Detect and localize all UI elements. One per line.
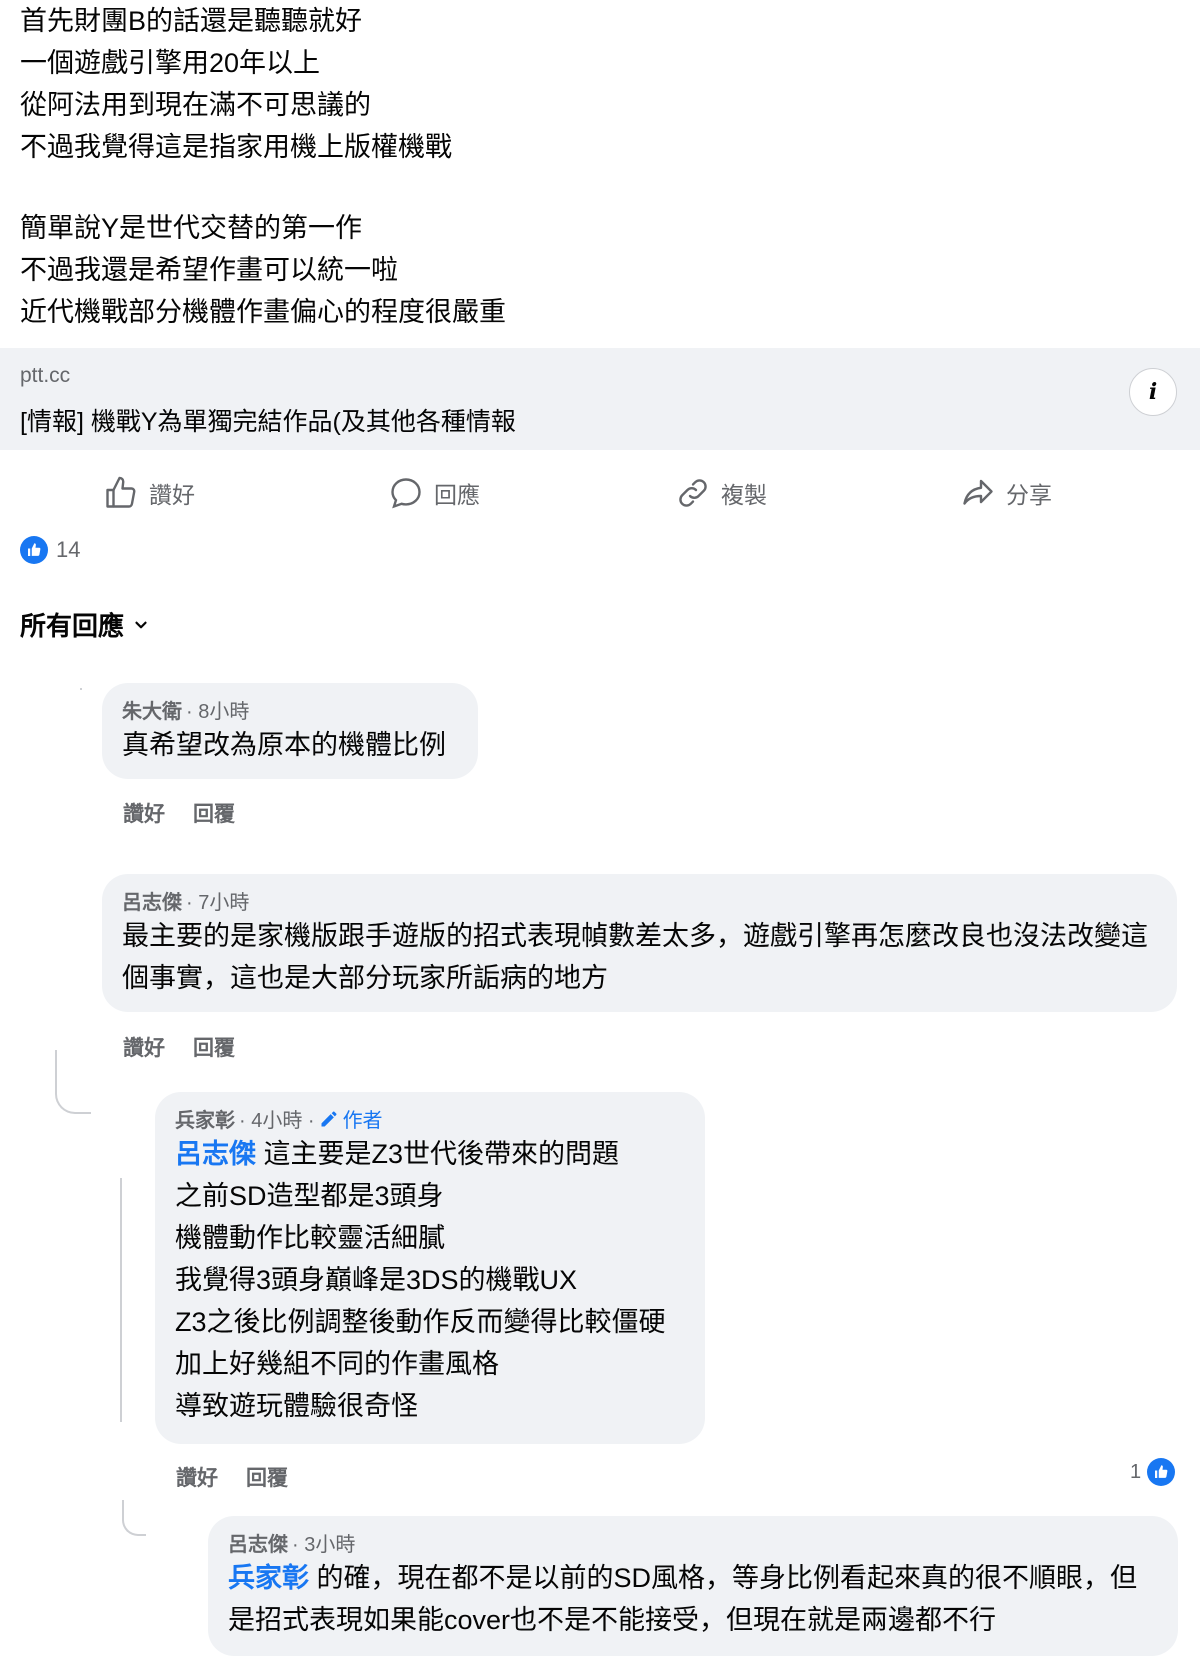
comment-actions: 讚好 回覆 bbox=[176, 1462, 288, 1492]
like-button[interactable]: 讚好 bbox=[103, 470, 195, 516]
comment-bubble: 呂志傑 · 7小時 最主要的是家機版跟手遊版的招式表現幀數差太多，遊戲引擎再怎麼改… bbox=[102, 874, 1177, 1012]
comment-bubble: 呂志傑 · 3小時 兵家彰 的確，現在都不是以前的SD風格，等身比例看起來真的很不… bbox=[208, 1516, 1178, 1656]
comment-time: · 7小時 bbox=[186, 892, 250, 914]
comment-icon bbox=[391, 478, 421, 509]
comment-author[interactable]: 呂志傑 bbox=[228, 1528, 288, 1557]
sort-label: 所有回應 bbox=[20, 611, 125, 641]
comment-text: 最主要的是家機版跟手遊版的招式表現幀數差太多，遊戲引擎再怎麼改良也沒法改變這個事… bbox=[122, 921, 1148, 993]
post-body: 首先財團B的話還是聽聽就好 一個遊戲引擎用20年以上 從阿法用到現在滿不可思議的… bbox=[20, 0, 1170, 333]
chevron-down-icon bbox=[135, 621, 147, 628]
reaction-summary[interactable]: 14 bbox=[20, 536, 80, 564]
comment-author[interactable]: 呂志傑 bbox=[122, 886, 182, 915]
comment-bubble: 兵家彰 · 4小時 · 作者 呂志傑 這主要是Z3世代後帶來的問題 之前SD造型… bbox=[155, 1092, 705, 1444]
comment-reply-button[interactable]: 回覆 bbox=[193, 798, 235, 828]
link-domain: ptt.cc bbox=[20, 364, 71, 387]
comment-like-button[interactable]: 讚好 bbox=[123, 1032, 165, 1062]
like-reaction-icon bbox=[20, 536, 48, 564]
post-line: 簡單說Y是世代交替的第一作 bbox=[20, 213, 363, 243]
post-line: 從阿法用到現在滿不可思議的 bbox=[20, 90, 371, 120]
mention-link[interactable]: 兵家彰 bbox=[228, 1563, 309, 1593]
share-icon bbox=[963, 479, 993, 505]
thread-dot bbox=[80, 688, 82, 690]
comment-reaction-count[interactable]: 1 bbox=[1130, 1458, 1176, 1486]
post-line: 一個遊戲引擎用20年以上 bbox=[20, 48, 321, 78]
comment-button[interactable]: 回應 bbox=[388, 470, 480, 516]
comment-bubble: 朱大衛 · 8小時 真希望改為原本的機體比例 bbox=[102, 683, 478, 779]
comment-actions: 讚好 回覆 bbox=[123, 1032, 235, 1062]
link-icon bbox=[679, 479, 707, 507]
author-badge: 作者 bbox=[319, 1104, 383, 1133]
info-icon[interactable]: i bbox=[1129, 368, 1177, 416]
like-label: 讚好 bbox=[149, 482, 195, 508]
comment-author[interactable]: 朱大衛 bbox=[122, 695, 182, 724]
link-title[interactable]: [情報] 機戰Y為單獨完結作品(及其他各種情報 bbox=[20, 402, 516, 438]
comment-author[interactable]: 兵家彰 bbox=[175, 1104, 235, 1133]
comment-time: · 8小時 bbox=[186, 701, 250, 723]
comment-text: 兵家彰 的確，現在都不是以前的SD風格，等身比例看起來真的很不順眼，但是招式表現… bbox=[228, 1557, 1158, 1641]
copy-button[interactable]: 複製 bbox=[675, 470, 767, 516]
comment-actions: 讚好 回覆 bbox=[123, 798, 235, 828]
comment-sort-dropdown[interactable]: 所有回應 bbox=[20, 606, 150, 643]
comment-body: 的確，現在都不是以前的SD風格，等身比例看起來真的很不順眼，但是招式表現如果能c… bbox=[228, 1563, 1138, 1635]
copy-label: 複製 bbox=[721, 482, 767, 508]
comment-line: 加上好幾組不同的作畫風格 bbox=[175, 1349, 499, 1379]
comment-like-button[interactable]: 讚好 bbox=[176, 1462, 218, 1492]
comment-line: 這主要是Z3世代後帶來的問題 bbox=[263, 1139, 620, 1169]
comment-reply-button[interactable]: 回覆 bbox=[193, 1032, 235, 1062]
post-line: 首先財團B的話還是聽聽就好 bbox=[20, 6, 363, 36]
comment-time: · 4小時 · bbox=[239, 1110, 315, 1132]
post-action-bar: 讚好 回應 複製 分享 bbox=[0, 460, 1200, 526]
comment-line: 我覺得3頭身巔峰是3DS的機戰UX bbox=[175, 1265, 578, 1295]
like-reaction-icon bbox=[1147, 1458, 1176, 1486]
post-line: 不過我還是希望作畫可以統一啦 bbox=[20, 255, 398, 285]
comment-text: 真希望改為原本的機體比例 bbox=[122, 730, 446, 760]
post-line: 近代機戰部分機體作畫偏心的程度很嚴重 bbox=[20, 297, 506, 327]
mention-link[interactable]: 呂志傑 bbox=[175, 1139, 256, 1169]
comment-line: 導致遊玩體驗很奇怪 bbox=[175, 1391, 418, 1421]
post-line: 不過我覺得這是指家用機上版權機戰 bbox=[20, 132, 452, 162]
pencil-icon bbox=[321, 1111, 337, 1126]
comment-label: 回應 bbox=[434, 482, 480, 508]
comment-text: 呂志傑 這主要是Z3世代後帶來的問題 之前SD造型都是3頭身 機體動作比較靈活細… bbox=[175, 1133, 685, 1427]
comment-line: 機體動作比較靈活細膩 bbox=[175, 1223, 445, 1253]
thread-line bbox=[120, 1178, 122, 1422]
comment-like-button[interactable]: 讚好 bbox=[123, 798, 165, 828]
share-label: 分享 bbox=[1006, 482, 1052, 508]
comment-reply-button[interactable]: 回覆 bbox=[246, 1462, 288, 1492]
reaction-count: 14 bbox=[56, 537, 81, 562]
thumbs-up-icon bbox=[106, 476, 136, 508]
comment-reaction-number: 1 bbox=[1130, 1460, 1142, 1483]
thread-connector bbox=[55, 1050, 91, 1114]
comment-time: · 3小時 bbox=[292, 1534, 356, 1556]
comment-line: Z3之後比例調整後動作反而變得比較僵硬 bbox=[175, 1307, 666, 1337]
author-badge-label: 作者 bbox=[342, 1110, 383, 1132]
share-button[interactable]: 分享 bbox=[960, 470, 1052, 516]
comment-line: 之前SD造型都是3頭身 bbox=[175, 1181, 444, 1211]
thread-connector bbox=[122, 1500, 146, 1536]
link-preview-card[interactable]: ptt.cc [情報] 機戰Y為單獨完結作品(及其他各種情報 i bbox=[0, 348, 1200, 450]
